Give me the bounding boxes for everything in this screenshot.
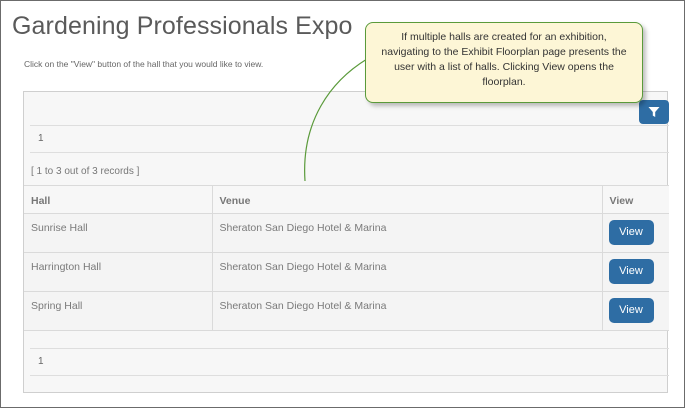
venue-cell: Sheraton San Diego Hotel & Marina: [211, 291, 603, 331]
pager-bottom: 1: [30, 348, 669, 376]
page-number-link[interactable]: 1: [38, 356, 44, 367]
screenshot-frame: Gardening Professionals Expo Click on th…: [0, 0, 685, 408]
annotation-callout: If multiple halls are created for an exh…: [365, 22, 643, 103]
venue-cell: Sheraton San Diego Hotel & Marina: [211, 213, 603, 253]
table-header-row: Hall Venue View: [24, 185, 669, 214]
instructions-text: Click on the "View" button of the hall t…: [24, 59, 264, 69]
hall-name-cell: Harrington Hall: [24, 252, 213, 292]
view-cell: View: [601, 213, 669, 253]
view-button[interactable]: View: [608, 298, 654, 323]
hall-name-cell: Spring Hall: [24, 291, 213, 331]
page-number-link[interactable]: 1: [38, 133, 44, 144]
hall-name-cell: Sunrise Hall: [24, 213, 213, 253]
table-row: Harrington Hall Sheraton San Diego Hotel…: [24, 252, 669, 292]
halls-table: Hall Venue View Sunrise Hall Sheraton Sa…: [24, 185, 669, 331]
column-header-venue[interactable]: Venue: [211, 185, 603, 214]
column-header-hall[interactable]: Hall: [24, 185, 213, 214]
view-button[interactable]: View: [608, 220, 654, 245]
filter-icon: [648, 107, 660, 117]
halls-panel: 1 [ 1 to 3 out of 3 records ] Hall Venue…: [23, 91, 669, 393]
records-summary: [ 1 to 3 out of 3 records ]: [31, 166, 140, 177]
view-button[interactable]: View: [608, 259, 654, 284]
venue-cell: Sheraton San Diego Hotel & Marina: [211, 252, 603, 292]
column-header-view: View: [601, 185, 669, 214]
table-row: Sunrise Hall Sheraton San Diego Hotel & …: [24, 213, 669, 253]
view-cell: View: [601, 252, 669, 292]
pager-top: 1: [30, 125, 669, 153]
filter-button[interactable]: [639, 100, 669, 124]
page-title: Gardening Professionals Expo: [12, 12, 353, 40]
view-cell: View: [601, 291, 669, 331]
table-row: Spring Hall Sheraton San Diego Hotel & M…: [24, 291, 669, 331]
